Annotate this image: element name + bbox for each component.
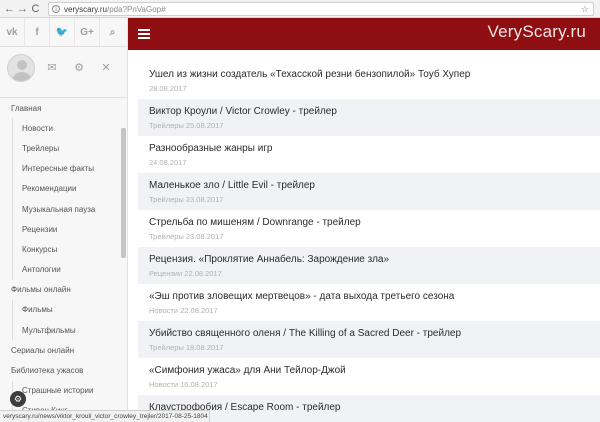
reload-icon[interactable]: C: [29, 1, 42, 17]
article-meta: Рецензии 22.08.2017: [149, 269, 222, 278]
article-title[interactable]: «Симфония ужаса» для Ани Тейлор-Джой: [149, 364, 600, 377]
vk-icon[interactable]: vk: [0, 18, 25, 46]
article-meta: 24.08.2017: [149, 158, 187, 167]
article-meta: Трейлеры 23.08.2017: [149, 195, 224, 204]
article-meta: 28.08.2017: [149, 84, 187, 93]
article-meta: Новости 22.08.2017: [149, 306, 218, 315]
sidebar-item[interactable]: Интересные факты: [0, 158, 127, 179]
url-domain: veryscary.ru: [64, 4, 107, 14]
article-title[interactable]: Клаустрофобия / Escape Room - трейлер: [149, 401, 600, 414]
sidebar-item[interactable]: Конкурсы: [0, 239, 127, 260]
avatar[interactable]: [7, 54, 35, 82]
forward-icon[interactable]: →: [16, 1, 29, 17]
sidebar-item[interactable]: Трейлеры: [0, 138, 127, 159]
sidebar-item[interactable]: Сериалы онлайн: [0, 340, 127, 360]
sidebar-item[interactable]: Рекомендации: [0, 178, 127, 200]
sidebar-item[interactable]: Антологии: [0, 259, 127, 280]
address-bar[interactable]: i veryscary.ru/pda?PnVaGop# ☆: [48, 2, 594, 16]
list-item[interactable]: Разнообразные жанры игр 24.08.2017: [138, 136, 600, 173]
article-title[interactable]: Убийство священного оленя / The Killing …: [149, 327, 600, 340]
article-meta: Трейлеры 18.08.2017: [149, 343, 224, 352]
sidebar-item[interactable]: Музыкальная пауза: [0, 198, 127, 220]
list-item[interactable]: Стрельба по мишеням / Downrange - трейле…: [138, 210, 600, 247]
sidebar-item[interactable]: Мультфильмы: [0, 320, 127, 341]
list-item[interactable]: Ушел из жизни создатель «Техасской резни…: [138, 62, 600, 99]
address-url[interactable]: veryscary.ru/pda?PnVaGop#: [64, 5, 166, 14]
facebook-icon[interactable]: f: [25, 18, 50, 46]
status-bar-url: veryscary.ru/news/viktor_krouli_victor_c…: [0, 410, 210, 422]
sidebar-scrollbar[interactable]: [121, 128, 126, 258]
close-icon[interactable]: ✕: [99, 61, 113, 75]
article-meta: Трейлеры 23.08.2017: [149, 232, 224, 241]
article-title[interactable]: «Эш против зловещих мертвецов» - дата вы…: [149, 290, 600, 303]
article-title[interactable]: Виктор Кроули / Victor Crowley - трейлер: [149, 105, 600, 118]
hamburger-menu-icon[interactable]: [138, 29, 150, 39]
sidebar-item[interactable]: Фильмы онлайн: [0, 280, 127, 300]
list-item[interactable]: Виктор Кроули / Victor Crowley - трейлер…: [138, 99, 600, 136]
user-panel: ✉ ⚙ ✕: [0, 47, 127, 98]
article-title[interactable]: Маленькое зло / Little Evil - трейлер: [149, 179, 600, 192]
article-title[interactable]: Стрельба по мишеням / Downrange - трейле…: [149, 216, 600, 229]
list-item[interactable]: Рецензия. «Проклятие Аннабель: Зарождени…: [138, 247, 600, 284]
list-item[interactable]: Маленькое зло / Little Evil - трейлер Тре…: [138, 173, 600, 210]
sidebar-menu: Главная Новости Трейлеры Интересные факты Ре…: [0, 98, 127, 422]
browser-toolbar: ← → C i veryscary.ru/pda?PnVaGop# ☆: [0, 0, 600, 18]
sidebar-item[interactable]: Рецензии: [0, 219, 127, 240]
list-item[interactable]: Убийство священного оленя / The Killing …: [138, 321, 600, 358]
article-title[interactable]: Ушел из жизни создатель «Техасской резни…: [149, 68, 600, 81]
bookmark-star-icon[interactable]: ☆: [581, 3, 589, 15]
info-icon[interactable]: i: [52, 5, 60, 13]
site-logo[interactable]: VeryScary.ru: [488, 22, 586, 42]
sidebar-item[interactable]: Главная: [0, 98, 127, 118]
search-icon[interactable]: ⌕: [100, 18, 125, 46]
google-plus-icon[interactable]: G+: [75, 18, 100, 46]
site-header: VeryScary.ru: [128, 18, 600, 50]
settings-fab-icon[interactable]: ⚙: [10, 391, 26, 407]
mail-icon[interactable]: ✉: [45, 61, 59, 75]
sidebar-item[interactable]: Фильмы: [0, 299, 127, 321]
article-meta: Трейлеры 25.08.2017: [149, 121, 224, 130]
settings-icon[interactable]: ⚙: [72, 61, 86, 75]
article-title[interactable]: Разнообразные жанры игр: [149, 142, 600, 155]
list-item[interactable]: «Эш против зловещих мертвецов» - дата вы…: [138, 284, 600, 321]
list-item[interactable]: «Симфония ужаса» для Ани Тейлор-Джой Ново…: [138, 358, 600, 395]
sidebar-item[interactable]: Новости: [0, 118, 127, 139]
sidebar: vk f 🐦 G+ ⌕ ✉ ⚙ ✕ Главная Новости Трейлеры Инте…: [0, 18, 128, 422]
back-icon[interactable]: ←: [3, 1, 16, 17]
news-list: Ушел из жизни создатель «Техасской резни…: [138, 62, 600, 422]
twitter-icon[interactable]: 🐦: [50, 18, 75, 46]
sidebar-item[interactable]: Библиотека ужасов: [0, 360, 127, 380]
article-title[interactable]: Рецензия. «Проклятие Аннабель: Зарождени…: [149, 253, 600, 266]
social-links: vk f 🐦 G+ ⌕: [0, 18, 127, 47]
url-path: /pda?PnVaGop#: [106, 4, 166, 14]
article-meta: Новости 16.08.2017: [149, 380, 218, 389]
